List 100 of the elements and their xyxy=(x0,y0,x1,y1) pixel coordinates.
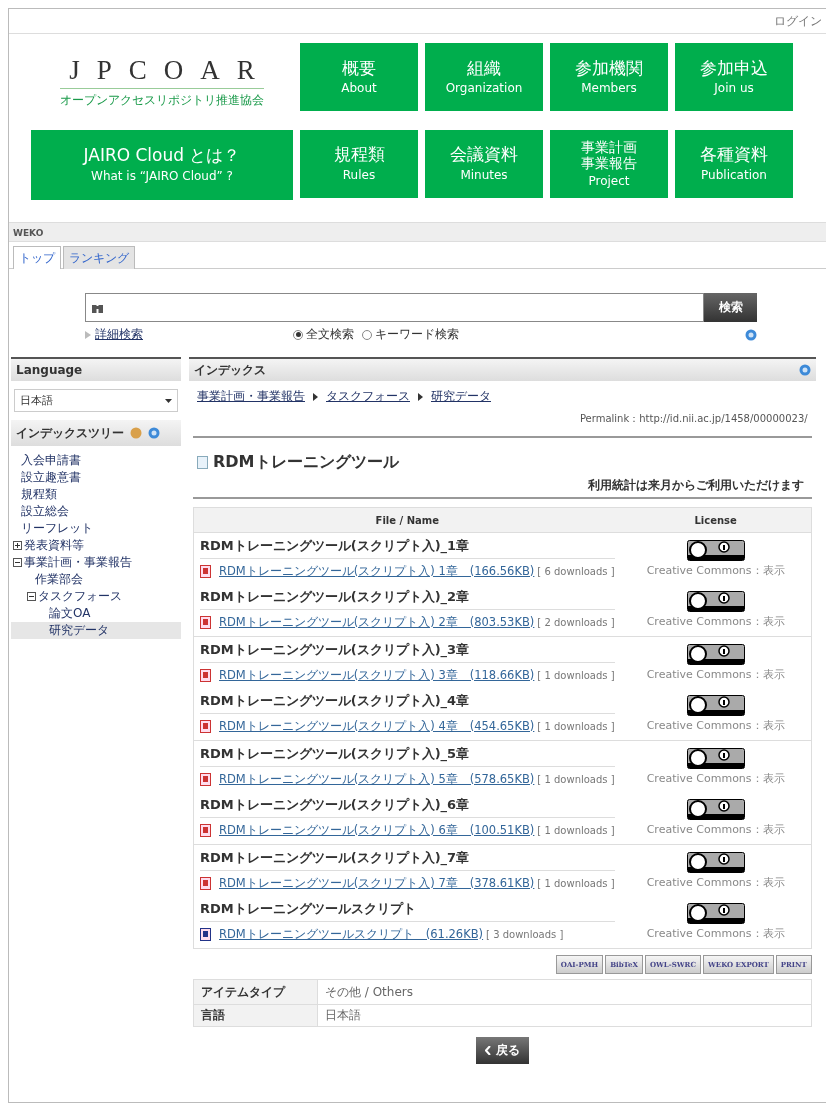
cc-by-license-icon xyxy=(686,643,745,665)
cc-by-license-icon xyxy=(686,591,745,612)
file-title: RDMトレーニングツール(スクリプト入)_3章 xyxy=(200,637,615,663)
logo-subtitle: オープンアクセスリポジトリ推進協会 xyxy=(60,88,264,110)
cc-by-license-icon xyxy=(686,799,745,820)
pdf-file-icon xyxy=(200,565,211,578)
pdf-file-icon xyxy=(200,877,211,890)
permalink: Permalink：http://id.nii.ac.jp/1458/00000023/ xyxy=(193,412,812,438)
metadata-label: アイテムタイプ xyxy=(194,980,318,1004)
license-text: Creative Commons：表示 xyxy=(646,666,785,682)
tree-item[interactable]: リーフレット xyxy=(11,520,181,537)
logo-title: JPCOAR xyxy=(68,55,272,87)
panel-title: Language xyxy=(16,363,83,377)
chevron-icon xyxy=(418,392,423,401)
section-title: WEKO xyxy=(9,222,826,242)
file-title: RDMトレーニングツール(スクリプト入)_1章 xyxy=(200,533,615,559)
column-header: File / Name xyxy=(374,514,440,526)
metadata-label: 言語 xyxy=(194,1005,318,1026)
license-text: Creative Commons：表示 xyxy=(646,718,785,733)
file-link[interactable]: RDMトレーニングツール(スクリプト入) 2章 (803.53KB) xyxy=(214,615,535,630)
tree-item[interactable]: 設立趣意書 xyxy=(11,469,181,486)
download-count: [ 1 downloads ] xyxy=(537,774,615,785)
tree-item[interactable]: 論文OA xyxy=(11,605,181,622)
pdf-file-icon xyxy=(200,720,211,733)
download-count: [ 1 downloads ] xyxy=(537,878,615,889)
download-count: [ 2 downloads ] xyxy=(537,617,615,628)
tree-item[interactable]: 発表資料等 xyxy=(11,537,181,554)
pdf-file-icon xyxy=(200,669,211,682)
tab[interactable]: トップ xyxy=(13,246,61,269)
file-link[interactable]: RDMトレーニングツール(スクリプト入) 4章 (454.65KB) xyxy=(214,719,535,734)
download-count: [ 6 downloads ] xyxy=(537,566,615,577)
feed-icon[interactable] xyxy=(130,427,142,439)
pdf-file-icon xyxy=(200,616,211,629)
dropdown-caret-icon xyxy=(165,398,172,403)
breadcrumb-link[interactable]: 研究データ xyxy=(431,388,491,405)
expand-icon[interactable] xyxy=(13,541,22,550)
metadata-value: その他 / Others xyxy=(324,983,414,1001)
file-title: RDMトレーニングツール(スクリプト入)_5章 xyxy=(200,741,615,767)
cc-by-license-icon xyxy=(686,903,745,924)
help-icon[interactable] xyxy=(798,364,811,376)
cc-by-license-icon xyxy=(686,539,745,561)
file-link[interactable]: RDMトレーニングツール(スクリプト入) 6章 (100.51KB) xyxy=(214,823,535,838)
download-count: [ 1 downloads ] xyxy=(537,721,615,732)
download-count: [ 1 downloads ] xyxy=(537,670,615,681)
tree-item[interactable]: 作業部会 xyxy=(11,571,181,588)
collapse-icon[interactable] xyxy=(13,558,22,567)
file-link[interactable]: RDMトレーニングツール(スクリプト入) 5章 (578.65KB) xyxy=(214,772,535,787)
advanced-search-link[interactable]: 詳細検索 xyxy=(95,326,143,343)
breadcrumb-link[interactable]: タスクフォース xyxy=(326,388,410,405)
word-file-icon xyxy=(200,928,211,941)
license-text: Creative Commons：表示 xyxy=(646,874,785,890)
tab[interactable]: ランキング xyxy=(63,246,135,269)
search-button[interactable]: 検索 xyxy=(704,293,757,322)
triangle-icon xyxy=(85,330,91,339)
login-link[interactable]: ログイン xyxy=(774,12,822,30)
document-icon xyxy=(197,456,208,469)
file-title: RDMトレーニングツール(スクリプト入)_2章 xyxy=(200,584,615,610)
binoculars-icon xyxy=(92,302,103,313)
help-icon[interactable] xyxy=(745,328,757,341)
download-count: [ 1 downloads ] xyxy=(537,825,615,836)
metadata-value: 日本語 xyxy=(324,1007,362,1024)
cc-by-license-icon xyxy=(686,695,745,716)
item-title: RDMトレーニングツール xyxy=(213,452,399,473)
license-text: Creative Commons：表示 xyxy=(646,770,785,786)
file-title: RDMトレーニングツール(スクリプト入)_7章 xyxy=(200,845,615,871)
tree-item[interactable]: 規程類 xyxy=(11,486,181,503)
stats-note: 利用統計は来月からご利用いただけます xyxy=(193,477,812,499)
file-link[interactable]: RDMトレーニングツール(スクリプト入) 3章 (118.66KB) xyxy=(214,668,535,683)
panel-title: インデックスツリー xyxy=(16,424,124,442)
back-button[interactable]: 戻る xyxy=(475,1037,529,1064)
chevron-left-icon xyxy=(484,1046,491,1055)
search-mode-radio[interactable]: キーワード検索 xyxy=(362,326,459,343)
license-text: Creative Commons：表示 xyxy=(646,562,785,578)
license-text: Creative Commons：表示 xyxy=(646,614,785,629)
chevron-icon xyxy=(313,392,318,401)
file-link[interactable]: RDMトレーニングツール(スクリプト入) 1章 (166.56KB) xyxy=(214,564,535,579)
file-title: RDMトレーニングツール(スクリプト入)_6章 xyxy=(200,792,615,818)
tree-item[interactable]: 設立総会 xyxy=(11,503,181,520)
language-select[interactable]: 日本語 xyxy=(14,389,178,412)
panel-title: インデックス xyxy=(194,361,266,379)
help-icon[interactable] xyxy=(148,427,160,439)
license-text: Creative Commons：表示 xyxy=(646,926,785,941)
tree-item[interactable]: 入会申請書 xyxy=(11,452,181,469)
file-title: RDMトレーニングツールスクリプト xyxy=(200,896,615,922)
download-count: [ 3 downloads ] xyxy=(486,929,564,940)
collapse-icon[interactable] xyxy=(27,592,36,601)
license-text: Creative Commons：表示 xyxy=(646,822,785,837)
pdf-file-icon xyxy=(200,824,211,837)
tree-item[interactable]: タスクフォース xyxy=(11,588,181,605)
file-link[interactable]: RDMトレーニングツール(スクリプト入) 7章 (378.61KB) xyxy=(214,876,535,891)
file-link[interactable]: RDMトレーニングツールスクリプト (61.26KB) xyxy=(214,927,484,942)
tree-item[interactable]: 事業計画・事業報告 xyxy=(11,554,181,571)
cc-by-license-icon xyxy=(686,747,745,769)
column-header: License xyxy=(693,514,738,526)
cc-by-license-icon xyxy=(686,851,745,873)
search-field[interactable] xyxy=(85,293,704,322)
file-title: RDMトレーニングツール(スクリプト入)_4章 xyxy=(200,688,615,714)
search-mode-radio[interactable]: 全文検索 xyxy=(293,326,354,343)
breadcrumb-link[interactable]: 事業計画・事業報告 xyxy=(197,388,305,405)
tree-item[interactable]: 研究データ xyxy=(11,622,181,639)
